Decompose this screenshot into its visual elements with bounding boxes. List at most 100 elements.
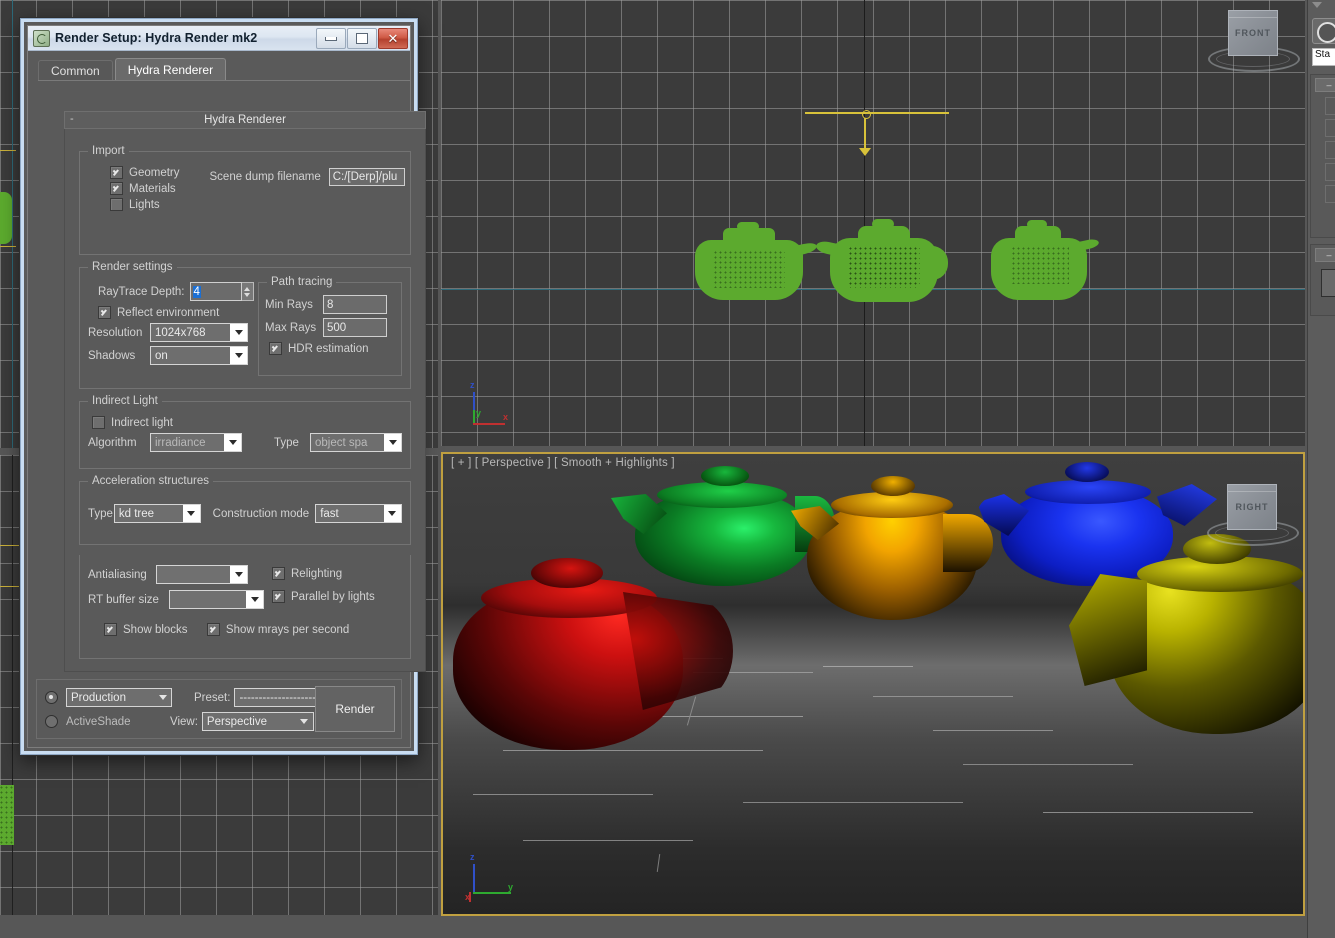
accel-type-dropdown[interactable]: kd tree — [114, 504, 201, 523]
raytrace-depth-spinner[interactable] — [242, 282, 255, 301]
chevron-down-icon[interactable] — [1312, 2, 1322, 8]
render-setup-dialog[interactable]: Render Setup: Hydra Render mk2 ✕ Common … — [20, 18, 418, 755]
chevron-down-icon[interactable] — [230, 324, 247, 341]
preset-value: -------------------- — [239, 692, 316, 704]
rollout-header[interactable]: - Hydra Renderer — [64, 111, 426, 129]
grid-axis-line — [12, 455, 13, 915]
checkbox-hdr-estimation[interactable]: HDR estimation — [269, 342, 369, 355]
checkbox-label: Relighting — [291, 568, 342, 580]
minimize-button[interactable] — [316, 28, 346, 49]
checkbox-box[interactable] — [272, 567, 285, 580]
rollout-panel[interactable]: – — [1310, 74, 1335, 238]
group-acceleration-structures: Acceleration structures Type kd tree Con… — [79, 481, 411, 545]
radio-activeshade[interactable]: ActiveShade View: Perspective — [45, 712, 335, 731]
rollout-hydra-renderer[interactable]: - Hydra Renderer Import Geometry — [64, 111, 426, 672]
algorithm-dropdown[interactable]: irradiance — [150, 433, 242, 452]
max-rays-input[interactable]: 500 — [323, 318, 387, 337]
viewcube-cube[interactable]: RIGHT — [1227, 484, 1277, 530]
teapot-green — [615, 462, 825, 586]
checkbox-box[interactable] — [110, 166, 123, 179]
axis-tripod: z y x — [459, 378, 519, 438]
checkbox-materials[interactable]: Materials — [110, 182, 176, 195]
viewcube-right[interactable]: RIGHT — [1205, 480, 1297, 554]
indirect-type-dropdown[interactable]: object spa — [310, 433, 402, 452]
close-button[interactable]: ✕ — [378, 28, 408, 49]
group-indirect-light: Indirect Light Indirect light Algorithm … — [79, 401, 411, 469]
max-rays-label: Max Rays — [265, 322, 323, 334]
axis-label-x: x — [503, 412, 508, 422]
command-panel[interactable]: Sta – – — [1307, 0, 1335, 938]
tab-hydra-renderer[interactable]: Hydra Renderer — [115, 58, 226, 81]
window-buttons[interactable]: ✕ — [315, 28, 408, 48]
radio-button[interactable] — [45, 691, 58, 704]
grid-axis-line — [12, 0, 13, 448]
checkbox-geometry[interactable]: Geometry — [110, 166, 180, 179]
teapot-orange — [795, 472, 985, 622]
rollout-collapse-icon[interactable]: - — [70, 113, 74, 125]
checkbox-box[interactable] — [110, 182, 123, 195]
maximize-icon — [356, 33, 368, 44]
chevron-down-icon[interactable] — [384, 434, 401, 451]
tab-underline — [38, 80, 410, 81]
checkbox-box[interactable] — [272, 590, 285, 603]
antialiasing-dropdown[interactable] — [156, 565, 248, 584]
checkbox-box[interactable] — [92, 416, 105, 429]
radio-button[interactable] — [45, 715, 58, 728]
checkbox-reflect-environment[interactable]: Reflect environment — [98, 306, 219, 319]
chevron-down-icon[interactable] — [154, 689, 171, 706]
construction-mode-dropdown[interactable]: fast — [315, 504, 402, 523]
dialog-bottom-bar: Production Preset: -------------------- … — [36, 679, 402, 739]
chevron-down-icon[interactable] — [224, 434, 241, 451]
radio-production[interactable]: Production Preset: -------------------- — [45, 688, 346, 707]
group-label-acceleration: Acceleration structures — [88, 475, 213, 487]
maximize-button[interactable] — [347, 28, 377, 49]
rt-buffer-size-dropdown[interactable] — [169, 590, 264, 609]
rt-buffer-size-label: RT buffer size — [88, 594, 169, 606]
shadows-dropdown[interactable]: on — [150, 346, 248, 365]
min-rays-input[interactable]: 8 — [323, 295, 387, 314]
checkbox-show-mrays[interactable]: Show mrays per second — [207, 623, 349, 636]
checkbox-box[interactable] — [110, 198, 123, 211]
checkbox-label: Reflect environment — [117, 307, 219, 319]
rollout-title: Hydra Renderer — [204, 114, 286, 126]
checkbox-label: Parallel by lights — [291, 591, 375, 603]
indirect-type-value: object spa — [315, 437, 367, 449]
algorithm-label: Algorithm — [88, 437, 150, 449]
resolution-dropdown[interactable]: 1024x768 — [150, 323, 248, 342]
checkbox-indirect-light[interactable]: Indirect light — [92, 416, 173, 429]
chevron-down-icon[interactable] — [384, 505, 401, 522]
chevron-down-icon[interactable] — [183, 505, 200, 522]
checkbox-show-blocks[interactable]: Show blocks — [104, 623, 188, 636]
production-dropdown[interactable]: Production — [66, 688, 172, 707]
scene-dump-filename-input[interactable]: C:/[Derp]/plu — [329, 168, 405, 186]
chevron-down-icon[interactable] — [246, 591, 263, 608]
checkbox-box[interactable] — [104, 623, 117, 636]
view-dropdown[interactable]: Perspective — [202, 712, 314, 731]
spinner-up-icon[interactable] — [244, 287, 250, 291]
checkbox-relighting[interactable]: Relighting — [272, 567, 342, 580]
viewport-perspective[interactable]: [ + ] [ Perspective ] [ Smooth + Highlig… — [441, 452, 1305, 916]
viewcube-cube[interactable]: FRONT — [1228, 10, 1278, 56]
spinner-down-icon[interactable] — [244, 293, 250, 297]
render-button[interactable]: Render — [315, 686, 395, 732]
viewport-front[interactable]: z y x FRONT — [441, 0, 1305, 446]
chevron-down-icon[interactable] — [230, 347, 247, 364]
checkbox-box[interactable] — [98, 306, 111, 319]
chevron-down-icon[interactable] — [230, 566, 247, 583]
chevron-down-icon[interactable] — [296, 713, 313, 730]
dialog-title: Render Setup: Hydra Render mk2 — [55, 31, 257, 45]
checkbox-lights[interactable]: Lights — [110, 198, 160, 211]
resolution-label: Resolution — [88, 327, 150, 339]
dialog-tabs[interactable]: Common Hydra Renderer — [38, 57, 410, 81]
object-name-field[interactable]: Sta — [1312, 48, 1335, 66]
checkbox-box[interactable] — [269, 342, 282, 355]
dialog-titlebar[interactable]: Render Setup: Hydra Render mk2 ✕ — [28, 26, 410, 51]
checkbox-box[interactable] — [207, 623, 220, 636]
tab-common[interactable]: Common — [38, 60, 113, 81]
rollout-panel[interactable]: – — [1310, 244, 1335, 316]
viewcube-front[interactable]: FRONT — [1206, 6, 1298, 80]
raytrace-depth-input[interactable]: 4 — [190, 282, 242, 301]
checkbox-parallel-by-lights[interactable]: Parallel by lights — [272, 590, 375, 603]
gizmo-line — [0, 246, 16, 247]
panel-button[interactable] — [1312, 18, 1335, 44]
